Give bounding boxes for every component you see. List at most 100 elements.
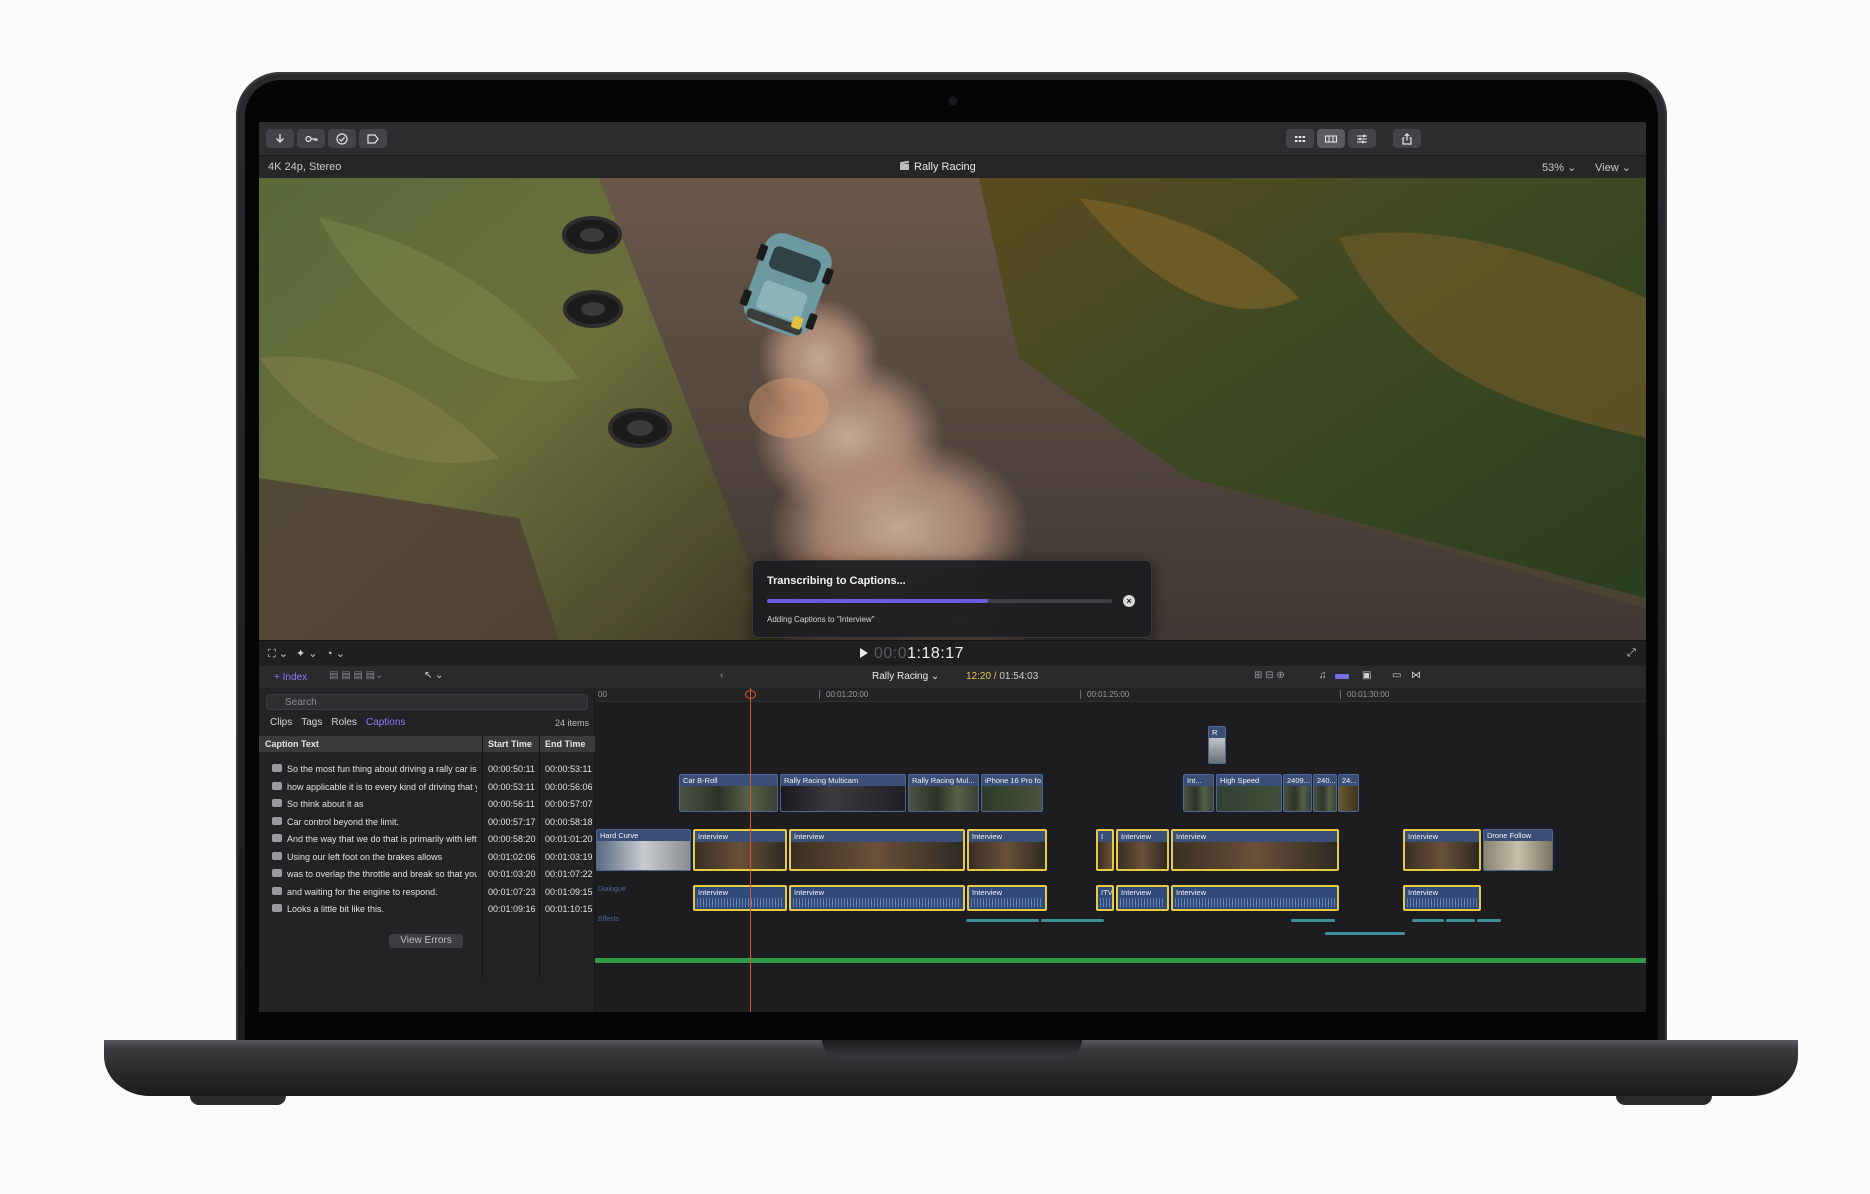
timeline-clip[interactable]: Interview [967, 829, 1047, 871]
table-row[interactable]: was to overlap the throttle and break so… [259, 865, 595, 883]
clip-thumbnail [1098, 842, 1112, 869]
column-start-time[interactable]: Start Time [488, 739, 532, 749]
play-icon[interactable] [860, 648, 868, 658]
import-icon[interactable] [266, 129, 294, 148]
project-name[interactable]: Rally Racing ⌄ [872, 671, 939, 682]
fullscreen-icon[interactable]: ⤢ [1627, 647, 1636, 660]
timeline-clip[interactable]: Interview [1403, 829, 1481, 871]
magic-wand-icon[interactable]: ✦ ⌄ [296, 647, 318, 660]
audio-clip[interactable]: Interview [967, 885, 1047, 911]
effect-clip[interactable] [1291, 919, 1335, 922]
table-row[interactable]: So think about it as 00:00:56:11 00:00:57:… [259, 795, 595, 813]
sliders-icon[interactable] [1348, 129, 1376, 148]
caption-text: So think about it as [287, 799, 364, 809]
music-track[interactable] [595, 958, 1646, 963]
timeline-clip[interactable]: Interview [1116, 829, 1169, 871]
audio-clip[interactable]: ITV [1096, 885, 1114, 911]
transition-icon[interactable]: ⋈ [1411, 670, 1421, 681]
timeline-clip[interactable]: Interview [789, 829, 965, 871]
clip-label: Interview [1176, 888, 1207, 897]
table-row[interactable]: and waiting for the engine to respond. 00… [259, 883, 595, 901]
grid-icon[interactable] [1286, 129, 1314, 148]
table-row[interactable]: Using our left foot on the brakes allows… [259, 848, 595, 866]
headphones-icon[interactable]: ♫ [1319, 670, 1327, 681]
timeline-clip[interactable]: Rally Racing Multicam [780, 774, 906, 812]
timeline-clip[interactable]: Int... [1183, 774, 1214, 812]
view-menu[interactable]: View ⌄ [1595, 161, 1631, 174]
filmstrip-icon[interactable] [1317, 129, 1345, 148]
select-tool-icon[interactable]: ↖ ⌄ [424, 670, 444, 681]
close-icon[interactable]: × [1123, 595, 1135, 607]
search-input[interactable]: Search [266, 694, 588, 710]
table-row[interactable]: how applicable it is to every kind of dr… [259, 778, 595, 796]
clip-label: Interview [698, 832, 729, 841]
crop-tool-icon[interactable]: ⛶ ⌄ [268, 647, 288, 661]
tab-captions[interactable]: Captions [366, 717, 405, 728]
chevron-down-icon: ⌄ [1567, 162, 1577, 174]
timeline-clip[interactable]: Car B-Roll [679, 774, 778, 812]
playhead[interactable] [750, 688, 751, 1012]
timeline-clip[interactable]: 24... [1338, 774, 1359, 812]
zoom-menu[interactable]: 53% ⌄ [1542, 161, 1576, 174]
view-errors-button[interactable]: View Errors [389, 934, 463, 948]
playhead-handle[interactable] [745, 690, 756, 699]
effect-clip[interactable] [1412, 919, 1444, 922]
timeline-clip[interactable]: Rally Racing Mul... [908, 774, 979, 812]
audio-clip[interactable]: Interview [1116, 885, 1169, 911]
snapping-icon[interactable]: ▣ [1362, 670, 1371, 681]
forward-arrow-icon[interactable]: › [914, 670, 917, 681]
table-row[interactable]: And the way that we do that is primarily… [259, 830, 595, 848]
clip-appearance-icon[interactable]: ▤ ▤ ▤ ▤⌄ [329, 670, 384, 681]
effect-clip[interactable] [1041, 919, 1104, 922]
timeline-clip[interactable]: 2409... [1283, 774, 1312, 812]
timeline-clip[interactable]: High Speed [1216, 774, 1282, 812]
audio-clip[interactable]: Interview [789, 885, 965, 911]
audio-clip[interactable]: Interview [1403, 885, 1481, 911]
timeline-clip[interactable]: Interview [1171, 829, 1339, 871]
keywords-icon[interactable] [297, 129, 325, 148]
timeline-clip[interactable]: Interview [693, 829, 787, 871]
timeline-clip[interactable]: Drone Follow [1483, 829, 1553, 871]
column-end-time[interactable]: End Time [545, 739, 585, 749]
table-row[interactable]: So the most fun thing about driving a ra… [259, 760, 595, 778]
item-count: 24 items [555, 718, 590, 728]
viewer-video[interactable]: Transcribing to Captions... × Adding Cap… [259, 178, 1646, 640]
camera-icon [949, 97, 957, 105]
speed-icon[interactable]: ◔ ⌄ [326, 647, 345, 660]
caption-end: 00:01:07:22 [545, 869, 593, 879]
tag-icon[interactable] [359, 129, 387, 148]
timeline-clip[interactable]: I [1096, 829, 1114, 871]
column-caption-text[interactable]: Caption Text [265, 739, 319, 749]
timeline-clip[interactable]: R [1208, 726, 1226, 764]
caption-start: 00:00:57:17 [488, 816, 536, 827]
clip-label: Rally Racing Mul... [912, 776, 975, 785]
tab-clips[interactable]: Clips [270, 717, 292, 728]
tab-roles[interactable]: Roles [331, 717, 357, 728]
audio-clip[interactable]: Interview [693, 885, 787, 911]
back-arrow-icon[interactable]: ‹ [720, 670, 723, 681]
clip-label: I [1101, 832, 1104, 841]
clip-thumbnail [597, 841, 690, 870]
table-row[interactable]: Looks a little bit like this. 00:01:09:16… [259, 900, 595, 918]
timeline-clip[interactable]: 240... [1313, 774, 1337, 812]
clip-label: 2409... [1287, 776, 1310, 785]
audio-clip[interactable]: Interview [1171, 885, 1339, 911]
clip-height-icon[interactable]: ▭ [1392, 670, 1401, 681]
skimming-icon[interactable] [1335, 674, 1349, 679]
chevron-down-icon: ⌄ [1621, 162, 1631, 174]
timeline-clip[interactable]: Hard Curve [596, 829, 691, 871]
effect-clip[interactable] [966, 919, 1039, 922]
ruler-tick: 00:01:25:00 [1080, 690, 1129, 699]
checkmark-icon[interactable] [328, 129, 356, 148]
index-button[interactable]: + Index [268, 670, 313, 685]
timeline-clip[interactable]: iPhone 16 Pro fo... [981, 774, 1043, 812]
effect-clip[interactable] [1325, 932, 1405, 935]
effect-clip[interactable] [1477, 919, 1501, 922]
effect-clip[interactable] [1446, 919, 1475, 922]
timeline[interactable]: 00 00:01:20:00 00:01:25:00 00:01:30:00 C… [595, 688, 1646, 1012]
table-row[interactable]: Car control beyond the limit. 00:00:57:17… [259, 813, 595, 831]
tab-tags[interactable]: Tags [301, 717, 322, 728]
share-icon[interactable] [1393, 129, 1421, 148]
timeline-header: + Index ▤ ▤ ▤ ▤⌄ ↖ ⌄ ‹ Rally Racing ⌄ 12… [259, 666, 1646, 688]
insert-tools-icon[interactable]: ⊞ ⊟ ⊕ [1254, 670, 1285, 681]
